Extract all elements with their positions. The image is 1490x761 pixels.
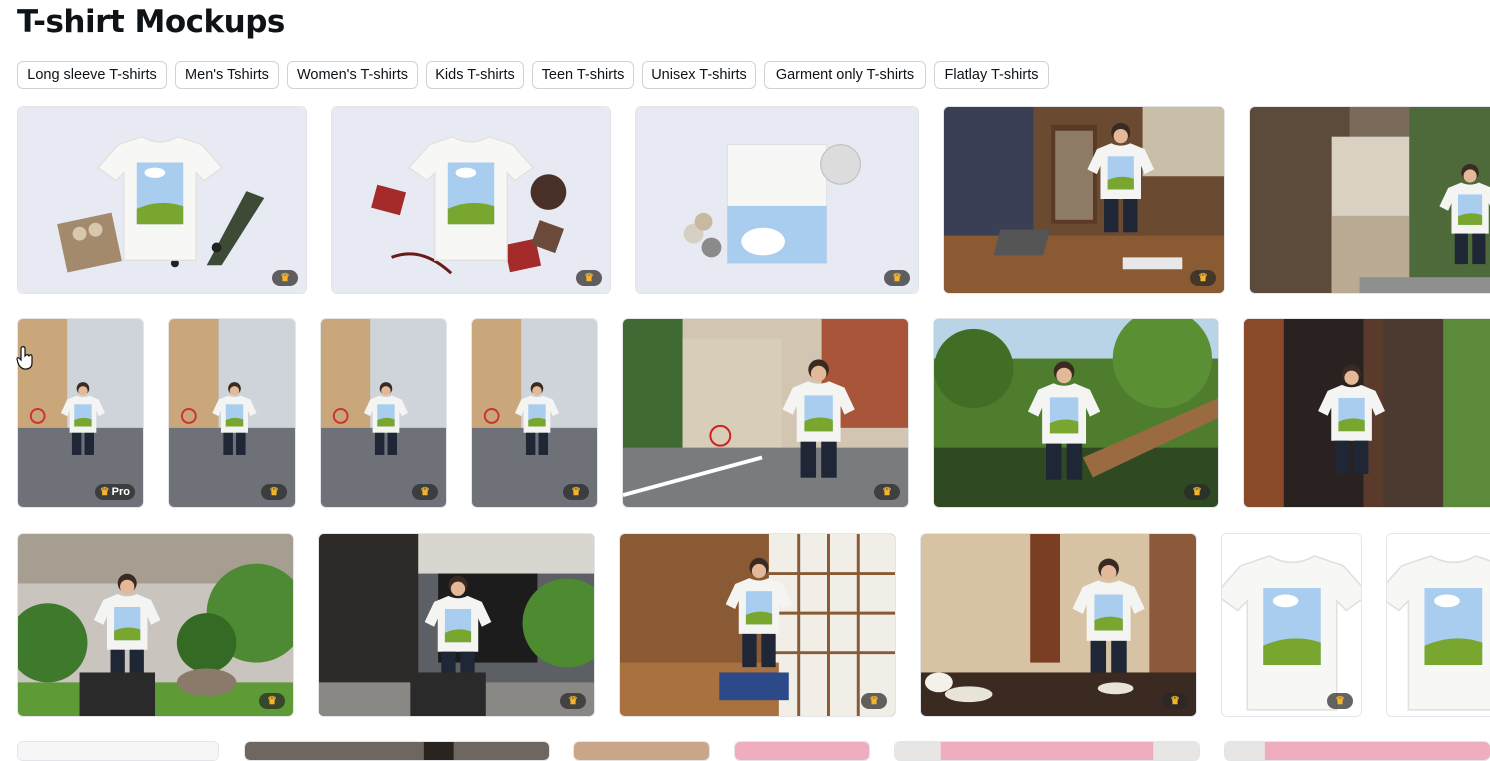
hand-pointer-icon: [16, 346, 33, 370]
premium-badge: ♛: [1162, 693, 1188, 709]
mockup-image: [934, 319, 1218, 507]
mockup-image: [1225, 742, 1490, 760]
mockup-card-row4-2[interactable]: [244, 741, 550, 761]
crown-icon: ♛: [584, 271, 594, 284]
mockup-card-bridge-man[interactable]: ♛: [933, 318, 1219, 508]
crown-icon: ♛: [269, 485, 279, 498]
mockup-card-office-man[interactable]: ♛: [943, 106, 1225, 294]
mockup-card-row4-6[interactable]: [1224, 741, 1490, 761]
mockup-image: [18, 534, 293, 716]
mockup-card-doorway-woman[interactable]: [1243, 318, 1490, 508]
crown-icon: ♛: [568, 694, 578, 707]
mockup-image: [18, 107, 306, 293]
mockup-image: [921, 534, 1196, 716]
crown-icon: ♛: [1192, 485, 1202, 498]
crown-icon: ♛: [882, 485, 892, 498]
premium-badge: ♛: [261, 484, 287, 500]
mockup-image: [332, 107, 610, 293]
chip-long-sleeve[interactable]: Long sleeve T-shirts: [17, 61, 167, 89]
mockup-image: [895, 742, 1199, 760]
mockup-card-dining-woman[interactable]: ♛: [920, 533, 1197, 717]
mockup-image: [574, 742, 709, 760]
crown-icon: ♛: [99, 485, 110, 498]
mockup-card-row4-3[interactable]: [573, 741, 710, 761]
pro-badge: ♛ Pro: [94, 484, 135, 500]
mockup-card-garden-woman[interactable]: ♛: [17, 533, 294, 717]
mockup-image: [1250, 107, 1490, 293]
mockup-card-walking-man-1[interactable]: ♛ Pro: [17, 318, 144, 508]
mockup-image: [735, 742, 869, 760]
premium-badge: ♛: [560, 693, 586, 709]
premium-badge: ♛: [259, 693, 285, 709]
page-title: T-shirt Mockups: [17, 4, 285, 40]
mockup-card-street-coffee[interactable]: ♛: [622, 318, 909, 508]
mockup-image: [1244, 319, 1490, 507]
premium-badge: ♛: [884, 270, 910, 286]
mockup-image: [321, 319, 446, 507]
pro-label: Pro: [111, 486, 130, 498]
mockup-card-garment-partial[interactable]: [1386, 533, 1490, 717]
mockup-card-walking-man-2[interactable]: ♛: [168, 318, 296, 508]
premium-badge: ♛: [563, 484, 589, 500]
chip-garment-only[interactable]: Garment only T-shirts: [764, 61, 926, 89]
premium-badge: ♛: [576, 270, 602, 286]
mockup-image: [1387, 534, 1490, 716]
mockup-image: [169, 319, 295, 507]
mockup-image: [623, 319, 908, 507]
crown-icon: ♛: [1170, 694, 1180, 707]
mockup-card-flatlay-2[interactable]: ♛: [331, 106, 611, 294]
crown-icon: ♛: [280, 271, 290, 284]
mockup-card-flatlay-1[interactable]: ♛: [17, 106, 307, 294]
chip-mens[interactable]: Men's Tshirts: [175, 61, 279, 89]
chip-womens[interactable]: Women's T-shirts: [287, 61, 418, 89]
crown-icon: ♛: [571, 485, 581, 498]
mockup-image: [472, 319, 597, 507]
mockup-card-walking-man-3[interactable]: ♛: [320, 318, 447, 508]
crown-icon: ♛: [420, 485, 430, 498]
mockup-image: [18, 319, 143, 507]
mockup-card-walking-man-4[interactable]: ♛: [471, 318, 598, 508]
premium-badge: ♛: [1327, 693, 1353, 709]
mockup-image: [319, 534, 594, 716]
mockup-card-row4-1[interactable]: [17, 741, 219, 761]
mockup-image: [620, 534, 895, 716]
chip-flatlay[interactable]: Flatlay T-shirts: [934, 61, 1049, 89]
crown-icon: ♛: [1335, 694, 1345, 707]
mockup-card-row4-5[interactable]: [894, 741, 1200, 761]
mockup-card-window-woman[interactable]: ♛: [619, 533, 896, 717]
crown-icon: ♛: [1198, 271, 1208, 284]
mockup-image: [944, 107, 1224, 293]
mockup-card-folded[interactable]: ♛: [635, 106, 919, 294]
mockup-image: [636, 107, 918, 293]
mockup-image: [245, 742, 549, 760]
mockup-image: [1222, 534, 1361, 716]
mockup-card-garment-front[interactable]: ♛: [1221, 533, 1362, 717]
premium-badge: ♛: [1184, 484, 1210, 500]
premium-badge: ♛: [412, 484, 438, 500]
mockup-card-street-woman[interactable]: [1249, 106, 1490, 294]
crown-icon: ♛: [267, 694, 277, 707]
chip-kids[interactable]: Kids T-shirts: [426, 61, 524, 89]
premium-badge: ♛: [1190, 270, 1216, 286]
mockup-card-courtyard-woman[interactable]: ♛: [318, 533, 595, 717]
premium-badge: ♛: [874, 484, 900, 500]
premium-badge: ♛: [272, 270, 298, 286]
crown-icon: ♛: [892, 271, 902, 284]
mockup-card-row4-4[interactable]: [734, 741, 870, 761]
premium-badge: ♛: [861, 693, 887, 709]
chip-unisex[interactable]: Unisex T-shirts: [642, 61, 756, 89]
chip-teen[interactable]: Teen T-shirts: [532, 61, 634, 89]
mockup-image: [18, 742, 218, 760]
crown-icon: ♛: [869, 694, 879, 707]
